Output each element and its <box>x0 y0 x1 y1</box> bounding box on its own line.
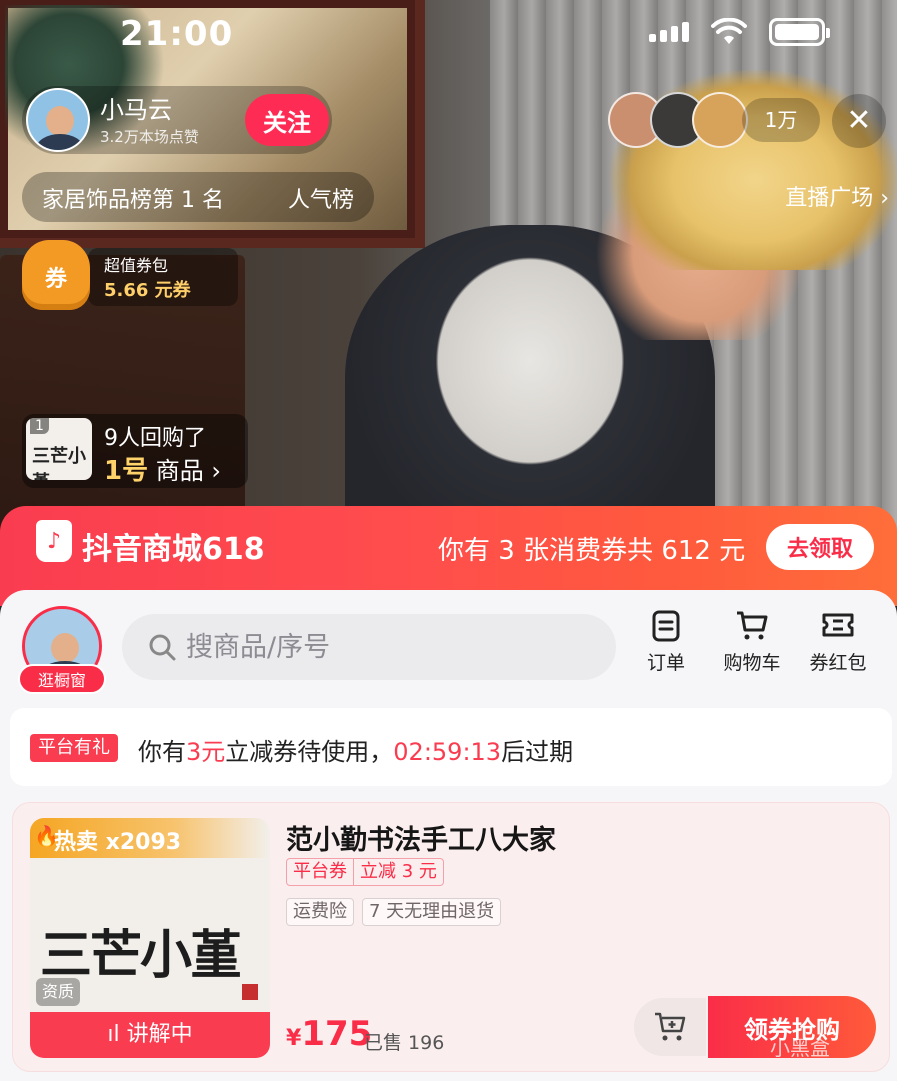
viewer-count[interactable]: 1万 <box>742 98 820 142</box>
rebuy-count: 9人回购了 <box>104 426 206 451</box>
wifi-icon <box>711 18 747 44</box>
cart-label: 购物车 <box>723 652 781 674</box>
viewer-avatars[interactable] <box>608 92 748 148</box>
coupon-wallet-label: 券红包 <box>809 652 867 674</box>
seal-stamp <box>242 984 258 1000</box>
coupon-wallet-button[interactable]: 券红包 <box>798 608 878 675</box>
live-plaza-link[interactable]: 直播广场 › <box>785 180 889 212</box>
countdown-timer: 02:59:13 <box>393 738 502 766</box>
product-image[interactable]: 🔥 热卖 x2093 三芒小堇 资质 ıl 讲解中 <box>30 818 270 1058</box>
browse-window-button[interactable]: 逛橱窗 <box>18 664 106 694</box>
rebuy-thumb-number: 1 <box>30 418 49 434</box>
signal-icon <box>649 22 689 42</box>
clipboard-icon <box>652 610 680 642</box>
status-time: 21:00 <box>120 14 234 54</box>
ticket-icon <box>822 613 854 637</box>
orders-button[interactable]: 订单 <box>626 608 706 675</box>
coupon-icon[interactable]: 券 <box>22 240 90 310</box>
product-title[interactable]: 范小勤书法手工八大家 <box>286 818 556 857</box>
rebuy-thumb-calligraphy: 三芒小堇 <box>32 446 86 480</box>
return-policy-tag: 7 天无理由退货 <box>362 898 502 926</box>
sold-count: 已售 196 <box>364 1032 445 1054</box>
collect-coupon-button[interactable]: 去领取 <box>766 524 874 570</box>
host-name: 小马云 <box>100 96 172 124</box>
shipping-insurance-tag: 运费险 <box>286 898 354 926</box>
orders-label: 订单 <box>646 652 685 674</box>
rank-text[interactable]: 家居饰品榜第 1 名 <box>42 182 224 214</box>
hot-sale-badge: 热卖 x2093 <box>54 830 182 855</box>
service-tags: 运费险 7 天无理由退货 <box>286 898 502 926</box>
coupon-pack-title: 超值券包 <box>104 256 169 275</box>
coupon-notice-text: 你有3元立减券待使用，02:59:13后过期 <box>138 738 574 766</box>
cart-button[interactable]: 购物车 <box>712 608 792 675</box>
status-icons <box>649 18 830 46</box>
platform-coupon-tag: 平台券 立减 3 元 <box>286 858 444 886</box>
platform-gift-tag: 平台有礼 <box>30 734 118 762</box>
calligraphy-artwork: 三芒小堇 <box>40 925 242 986</box>
host-likes: 3.2万本场点赞 <box>100 128 199 146</box>
cart-icon <box>737 611 768 640</box>
watermark: 小黑盒 <box>770 1036 830 1060</box>
product-price: ¥175 <box>286 1014 373 1054</box>
close-icon[interactable]: ✕ <box>832 94 886 148</box>
search-icon <box>149 634 176 661</box>
battery-icon <box>769 18 830 46</box>
shop-name: 抖音商城618 <box>82 532 265 567</box>
cart-plus-icon <box>655 1012 686 1040</box>
popularity-rank[interactable]: 人气榜 <box>288 182 354 214</box>
qualification-tag[interactable]: 资质 <box>36 978 81 1006</box>
add-to-cart-button[interactable] <box>634 998 706 1056</box>
coupon-pack-value: 5.66 元券 <box>104 280 191 301</box>
host-avatar[interactable] <box>26 88 90 152</box>
follow-button[interactable]: 关注 <box>245 94 329 146</box>
rebuy-product-thumb[interactable]: 1 三芒小堇 <box>26 418 92 480</box>
shop-coupon-text: 你有 3 张消费券共 612 元 <box>438 536 746 566</box>
search-input[interactable] <box>186 622 586 672</box>
rebuy-product-link[interactable]: 1号 商品 › <box>104 450 221 487</box>
explaining-badge[interactable]: ıl 讲解中 <box>30 1012 270 1058</box>
shopping-bag-icon: ♪ <box>36 520 72 562</box>
